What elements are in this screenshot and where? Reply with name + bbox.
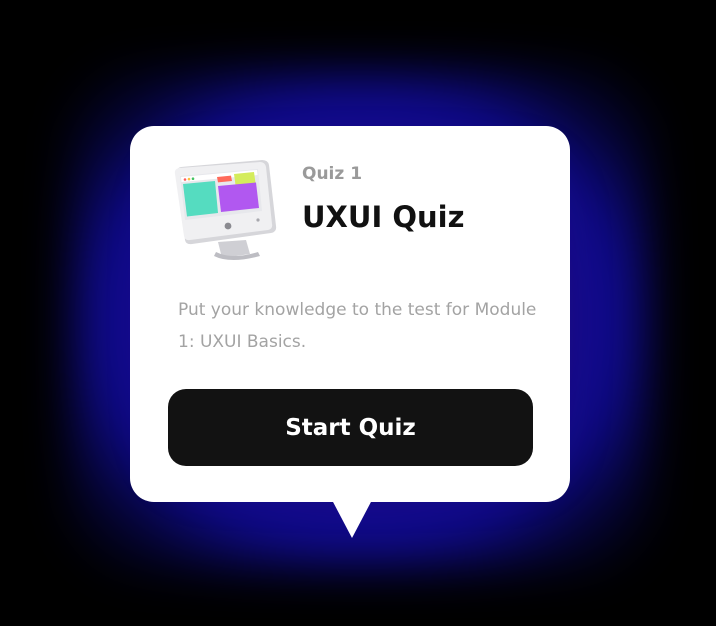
page-background: Quiz 1 UXUI Quiz Put your knowledge to t… <box>0 0 716 626</box>
start-quiz-button[interactable]: Start Quiz <box>168 389 533 466</box>
card-pointer-tail <box>332 500 372 538</box>
computer-monitor-icon <box>170 156 282 266</box>
quiz-card: Quiz 1 UXUI Quiz Put your knowledge to t… <box>130 126 570 502</box>
quiz-number-label: Quiz 1 <box>302 164 363 184</box>
quiz-title: UXUI Quiz <box>302 200 465 234</box>
quiz-description: Put your knowledge to the test for Modul… <box>178 300 537 352</box>
